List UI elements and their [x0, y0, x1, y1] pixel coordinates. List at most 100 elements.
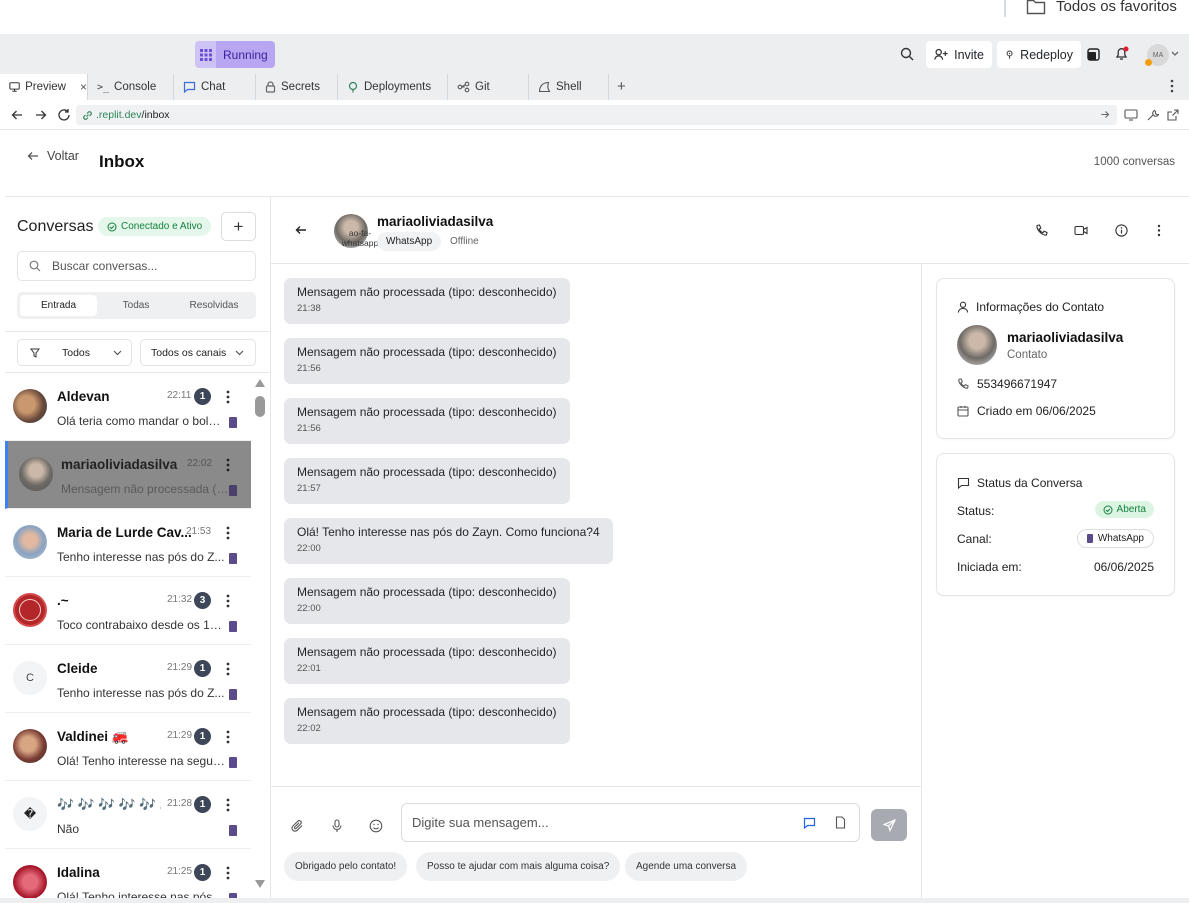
- tab-label: Console: [114, 81, 157, 93]
- terminal-icon: >_: [97, 81, 110, 93]
- contact-phone: 553496671947: [957, 377, 1057, 391]
- microphone-icon[interactable]: [332, 819, 342, 833]
- video-call-icon[interactable]: [1074, 225, 1088, 236]
- search-icon[interactable]: [900, 47, 914, 61]
- more-vertical-icon[interactable]: [222, 797, 234, 813]
- notifications-bell-icon[interactable]: [1114, 46, 1130, 62]
- scroll-up-arrow[interactable]: [254, 378, 266, 388]
- running-status[interactable]: Running: [195, 41, 275, 68]
- search-icon: [29, 260, 41, 272]
- tab-chat[interactable]: Chat: [174, 74, 256, 100]
- close-icon[interactable]: ×: [80, 80, 87, 94]
- more-vertical-icon[interactable]: [222, 389, 234, 405]
- more-vertical-icon[interactable]: [222, 457, 234, 473]
- search-placeholder: Buscar conversas...: [52, 259, 158, 273]
- go-arrow-icon[interactable]: [1101, 110, 1110, 119]
- message-time: 21:53: [186, 526, 212, 537]
- message-time: 22:00: [297, 603, 321, 614]
- scroll-down-arrow[interactable]: [254, 879, 266, 889]
- paperclip-icon[interactable]: [291, 819, 304, 833]
- conversation-item[interactable]: .~ 21:32 3 Toco contrabaixo desde os 13.…: [5, 577, 251, 645]
- message-text: Mensagem não processada (tipo: desconhec…: [297, 705, 557, 719]
- quick-reply-chip[interactable]: Obrigado pelo contato!: [284, 852, 408, 881]
- conversation-status-card: Status da Conversa Status: Aberta Canal:…: [936, 453, 1175, 596]
- url-input[interactable]: .replit.dev/inbox: [76, 105, 1117, 125]
- tab-console[interactable]: >_ Console: [88, 74, 174, 100]
- conversation-item-selected[interactable]: mariaoliviadasilva 22:02 Mensagem não pr…: [5, 441, 251, 509]
- search-input[interactable]: Buscar conversas...: [17, 251, 256, 281]
- unread-badge: 1: [194, 864, 211, 881]
- tab-secrets[interactable]: Secrets: [256, 74, 338, 100]
- running-label: Running: [216, 41, 275, 68]
- more-vertical-icon[interactable]: [222, 525, 234, 541]
- back-button[interactable]: Voltar: [27, 149, 79, 163]
- tab-shell[interactable]: Shell: [529, 74, 609, 100]
- open-external-icon[interactable]: [1167, 109, 1179, 121]
- chat-bubble-icon: [957, 477, 970, 489]
- more-vertical-icon[interactable]: [222, 661, 234, 677]
- conversation-item[interactable]: � 🎶 🎶 🎶 🎶 🎶 ... 21:28 1 Não: [5, 781, 251, 849]
- phone-channel-icon: [229, 689, 237, 700]
- conversation-item[interactable]: C Cleide 21:29 1 Tenho interesse nas pós…: [5, 645, 251, 713]
- template-file-icon[interactable]: [835, 816, 846, 829]
- back-arrow-icon[interactable]: [295, 225, 307, 235]
- segment-resolved[interactable]: Resolvidas: [175, 295, 253, 316]
- chat-icon: [183, 81, 196, 93]
- message-text: Olá! Tenho interesse nas pós do Zayn. Co…: [297, 525, 600, 539]
- workspace-tabs: Preview × >_ Console Chat Secrets Deploy…: [0, 74, 1189, 100]
- tab-preview[interactable]: Preview ×: [0, 74, 88, 100]
- new-tab-plus-icon[interactable]: +: [617, 78, 626, 95]
- tab-git[interactable]: Git: [448, 74, 529, 100]
- send-icon: [882, 818, 896, 832]
- conversation-item[interactable]: Maria de Lurde Cav... 21:53 Tenho intere…: [5, 509, 251, 577]
- back-arrow-icon[interactable]: [11, 109, 23, 121]
- quick-reply-chip[interactable]: Posso te ajudar com mais alguma coisa?: [416, 852, 621, 881]
- more-options-icon[interactable]: [1170, 79, 1174, 93]
- contact-avatar: [957, 325, 997, 365]
- message-text: Mensagem não processada (tipo: desconhec…: [297, 645, 557, 659]
- more-vertical-icon[interactable]: [222, 865, 234, 881]
- message-time: 22:02: [297, 723, 321, 734]
- emoji-icon[interactable]: [369, 819, 383, 833]
- reload-icon[interactable]: [57, 108, 71, 122]
- contact-created-date: Criado em 06/06/2025: [977, 404, 1096, 418]
- phone-call-icon[interactable]: [1035, 224, 1048, 237]
- more-vertical-icon[interactable]: [222, 593, 234, 609]
- quick-reply-chat-icon[interactable]: [803, 817, 816, 829]
- chevron-down-icon[interactable]: [1171, 51, 1179, 57]
- scrollbar-thumb[interactable]: [255, 396, 265, 417]
- status-filter-select[interactable]: Todos: [17, 339, 132, 366]
- bookmark-folder-all[interactable]: Todos os favoritos: [1026, 0, 1177, 15]
- layout-toggle-icon[interactable]: [1087, 48, 1100, 61]
- unread-badge: 1: [194, 728, 211, 745]
- send-button[interactable]: [871, 809, 907, 841]
- info-icon[interactable]: [1115, 224, 1128, 237]
- devtools-wrench-icon[interactable]: [1146, 109, 1159, 122]
- message-input[interactable]: Digite sua mensagem...: [401, 803, 860, 842]
- segment-all[interactable]: Todas: [97, 295, 175, 316]
- connection-status-badge: Conectado e Ativo: [98, 217, 212, 236]
- channel-filter-select[interactable]: Todos os canais: [140, 339, 256, 366]
- conversation-item[interactable]: Idalina 21:25 1 Olá! Tenho interesse nas…: [5, 849, 251, 898]
- channel-label: Canal:: [957, 532, 992, 546]
- conversation-item[interactable]: Aldevan 22:11 1 Olá teria como mandar o …: [5, 373, 251, 441]
- devices-icon[interactable]: [1124, 109, 1138, 121]
- workspace-topbar: Running Invite Redeploy MA: [0, 34, 1189, 74]
- new-conversation-button[interactable]: +: [221, 212, 256, 241]
- message-preview: Tenho interesse nas pós do Z...: [57, 686, 225, 700]
- segment-inbox[interactable]: Entrada: [20, 295, 97, 316]
- message-text: Mensagem não processada (tipo: desconhec…: [297, 585, 557, 599]
- contact-name: mariaoliviadasilva: [61, 457, 178, 472]
- more-vertical-icon[interactable]: [1157, 224, 1161, 237]
- redeploy-button[interactable]: Redeploy: [997, 41, 1081, 68]
- contact-role: Contato: [1007, 349, 1048, 361]
- invite-button[interactable]: Invite: [926, 41, 992, 68]
- forward-arrow-icon[interactable]: [35, 109, 47, 121]
- quick-reply-chip[interactable]: Agende uma conversa: [625, 852, 748, 881]
- message-time: 22:00: [297, 543, 321, 554]
- page-header: Voltar Inbox 1000 conversas: [5, 131, 1189, 197]
- tab-label: Secrets: [281, 81, 320, 93]
- conversation-item[interactable]: Valdinei 🚒 21:29 1 Olá! Tenho interesse …: [5, 713, 251, 781]
- tab-deployments[interactable]: Deployments: [338, 74, 448, 100]
- more-vertical-icon[interactable]: [222, 729, 234, 745]
